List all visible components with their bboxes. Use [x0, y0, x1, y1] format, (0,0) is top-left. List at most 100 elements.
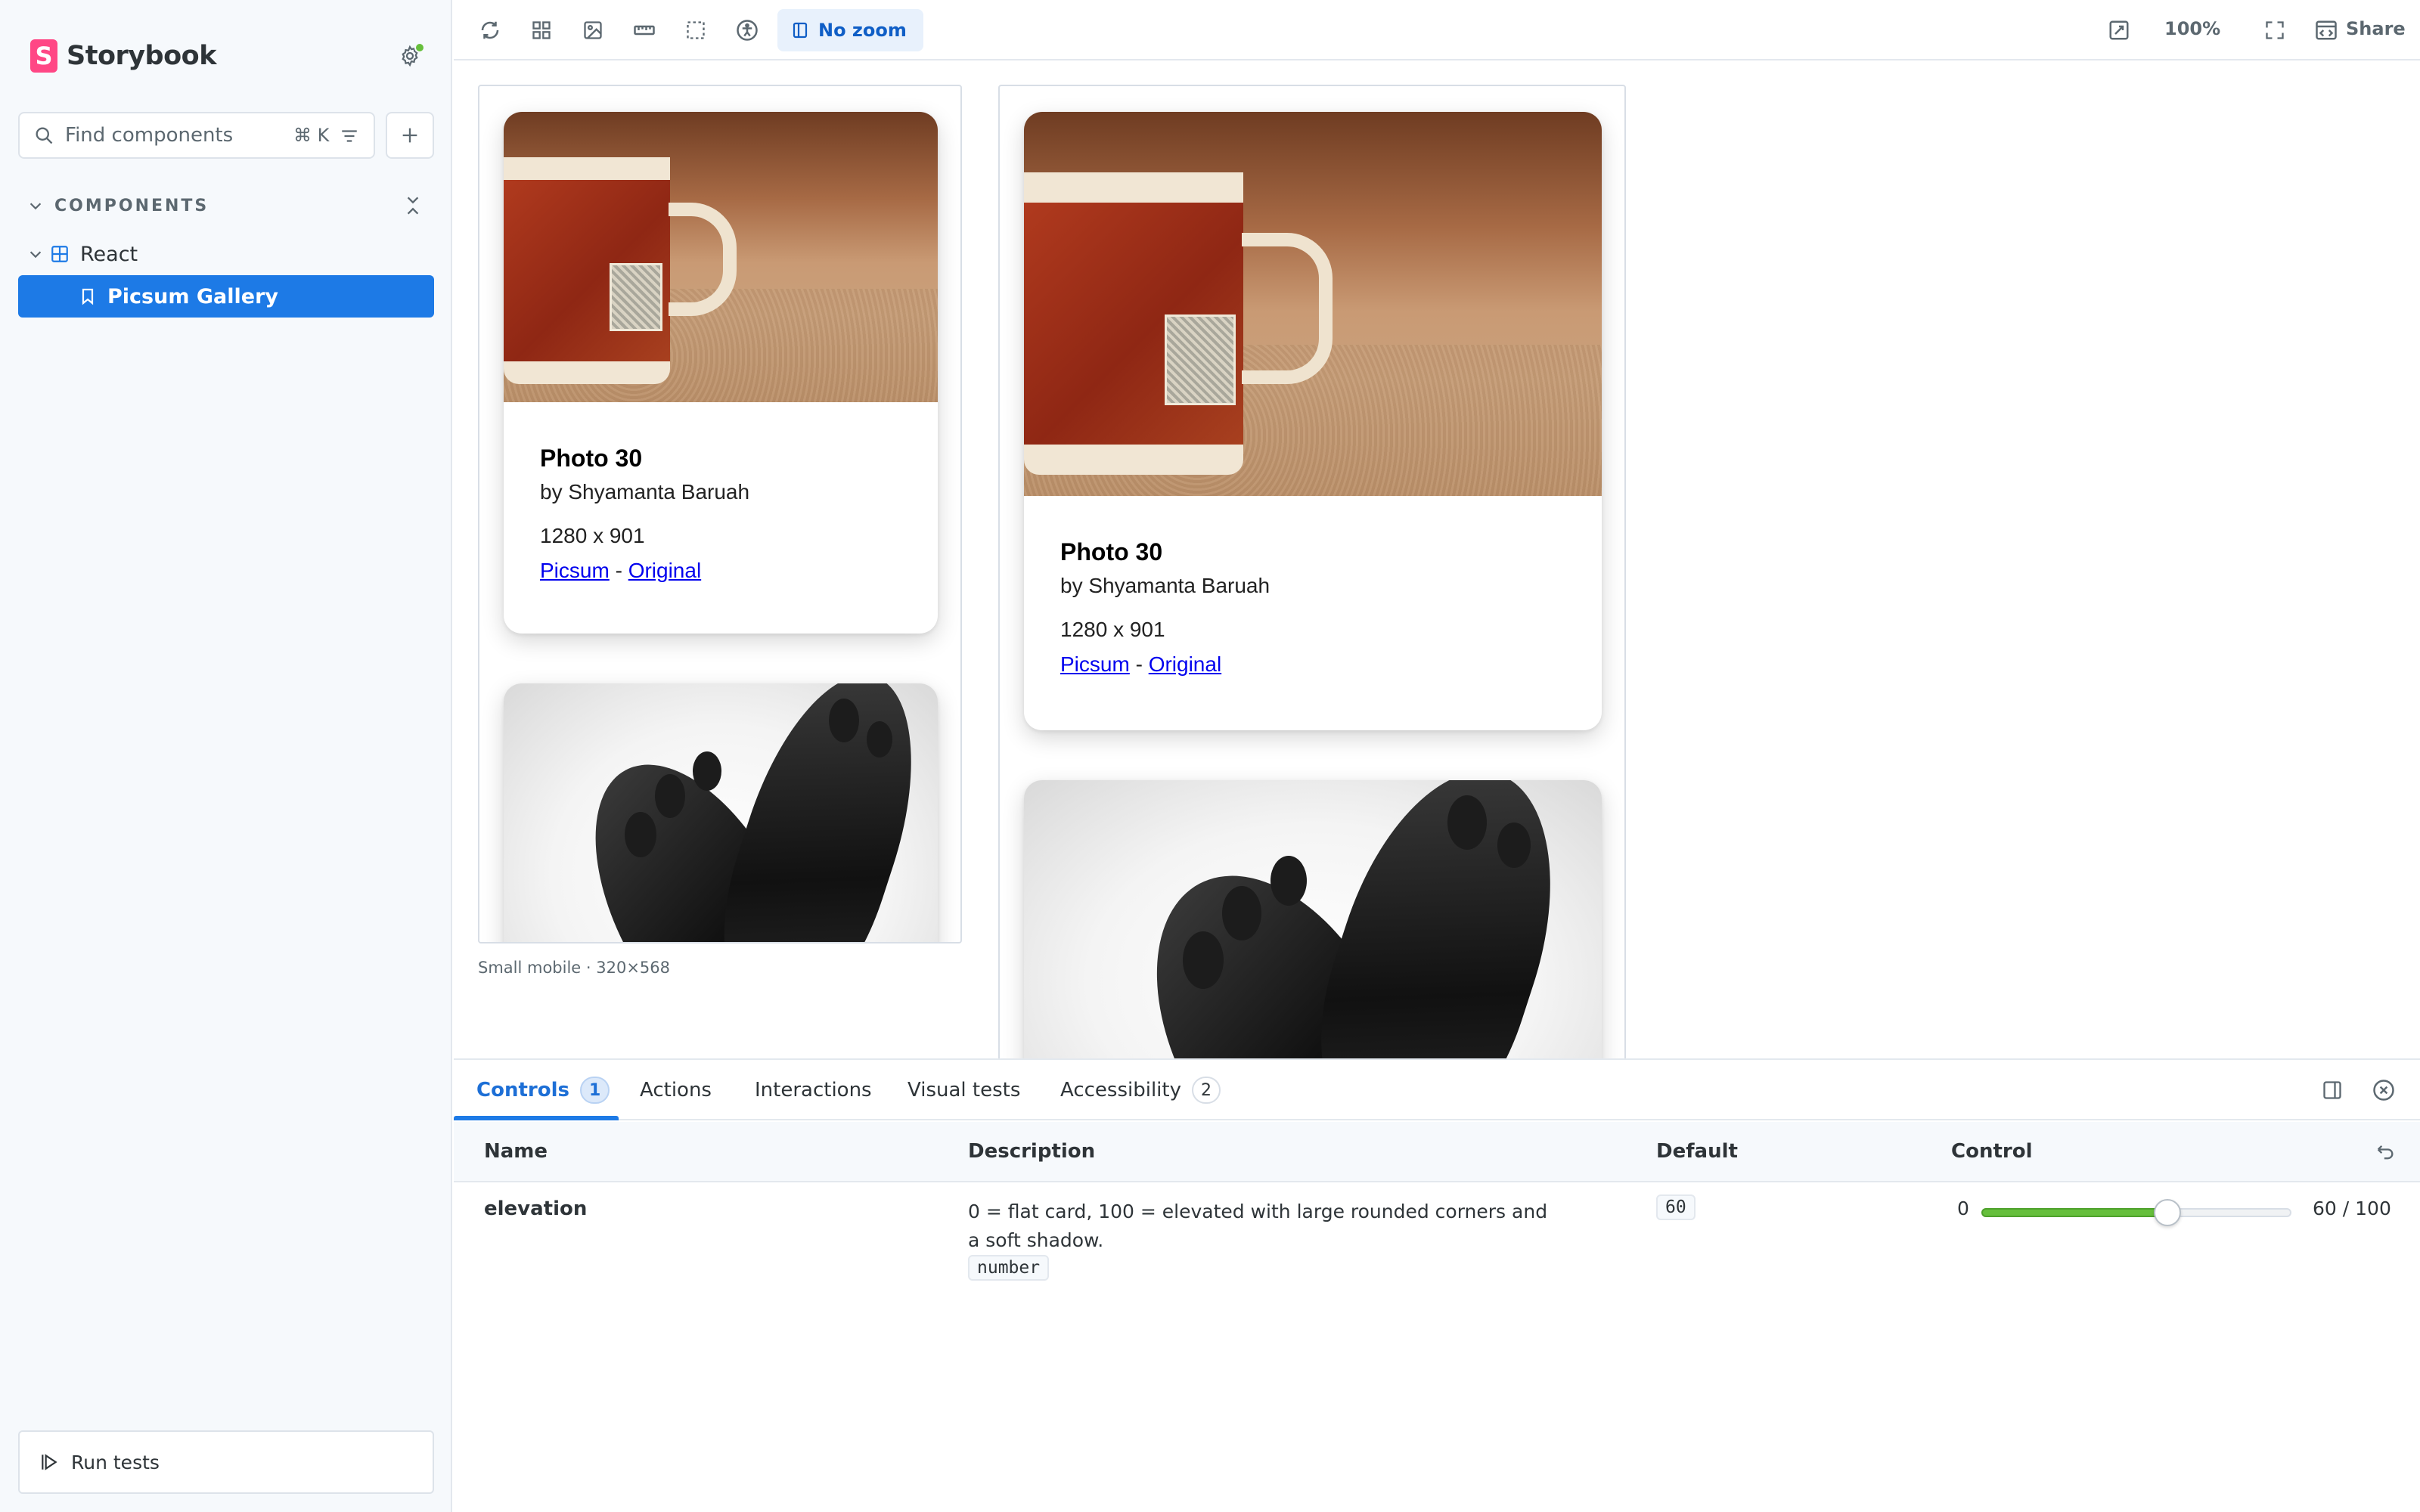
card-links: Picsum - Original	[1060, 652, 1270, 677]
collapse-all-button[interactable]	[399, 191, 427, 221]
photo-card: Photo 30 by Shyamanta Baruah 1280 x 901 …	[504, 112, 938, 634]
filter-icon	[342, 130, 357, 142]
run-tests-button[interactable]: Run tests	[18, 1430, 434, 1494]
grid-button[interactable]	[520, 9, 563, 51]
plus-icon	[402, 128, 417, 143]
bookmark-icon	[82, 288, 94, 305]
photo-card: Photo 30 by Shyamanta Baruah 1280 x 901 …	[1024, 112, 1602, 730]
remount-button[interactable]	[469, 9, 511, 51]
component-grid-icon	[51, 246, 68, 262]
accessibility-icon	[737, 20, 758, 41]
components-section-header[interactable]: COMPONENTS	[27, 192, 209, 219]
picsum-link[interactable]: Picsum	[1060, 652, 1130, 676]
tree-group-react[interactable]: React	[27, 237, 138, 271]
background-button[interactable]	[572, 9, 614, 51]
sync-icon	[481, 21, 499, 39]
toggle-panel-orientation-button[interactable]	[2319, 1077, 2346, 1104]
controls-table-header: Name Description Default Control	[454, 1122, 2420, 1182]
range-min-label: 0	[1957, 1198, 1969, 1219]
zoom-reset-icon	[2109, 20, 2129, 40]
zoom-reset-button[interactable]	[2098, 9, 2140, 51]
table-row: elevation 0 = flat card, 100 = elevated …	[454, 1182, 2420, 1296]
outline-button[interactable]	[675, 9, 717, 51]
elevation-slider[interactable]	[1981, 1199, 2291, 1226]
collapse-icon	[407, 197, 419, 215]
viewport-frame-large: Photo 30 by Shyamanta Baruah 1280 x 901 …	[998, 85, 1626, 1058]
original-link[interactable]: Original	[628, 559, 701, 582]
grid-icon	[532, 21, 551, 39]
tab-label: Controls	[476, 1079, 569, 1101]
prop-type: number	[968, 1255, 1050, 1281]
viewport-zoom-button[interactable]: No zoom	[777, 9, 923, 51]
tab-interactions[interactable]: Interactions	[755, 1060, 872, 1120]
zoom-label: No zoom	[818, 20, 907, 41]
prop-type-code: number	[968, 1255, 1050, 1281]
search-shortcut: ⌘ K	[293, 125, 330, 146]
search-box[interactable]: ⌘ K	[18, 112, 375, 159]
range-value-label: 60 / 100	[2313, 1198, 2391, 1219]
code-window-icon	[2316, 20, 2337, 40]
image-icon	[584, 21, 602, 39]
chevron-down-icon	[29, 251, 42, 259]
tab-label: Actions	[640, 1079, 712, 1101]
viewport-caption: Small mobile · 320×568	[478, 959, 671, 977]
storybook-logo-icon	[30, 39, 57, 73]
sidebar: Storybook ⌘ K COMPONENTS React Picsum Ga…	[0, 0, 452, 1512]
filter-button[interactable]	[337, 124, 361, 148]
tab-label: Accessibility	[1060, 1079, 1181, 1101]
tab-label: Visual tests	[908, 1079, 1021, 1101]
story-canvas: Photo 30 by Shyamanta Baruah 1280 x 901 …	[454, 62, 2420, 1058]
tab-visual-tests[interactable]: Visual tests	[908, 1060, 1020, 1120]
panel-tabs: Controls 1 Actions Interactions Visual t…	[454, 1060, 2420, 1120]
prop-name: elevation	[484, 1198, 588, 1220]
story-item-picsum-gallery[interactable]: Picsum Gallery	[18, 275, 434, 318]
card-author: by Shyamanta Baruah	[540, 480, 750, 503]
column-default: Default	[1656, 1140, 1738, 1163]
card-dimensions: 1280 x 901	[1060, 618, 1165, 641]
prop-default-code: 60	[1656, 1194, 1696, 1220]
prop-description: 0 = flat card, 100 = elevated with large…	[968, 1201, 1548, 1251]
picsum-link[interactable]: Picsum	[540, 559, 610, 582]
search-icon	[36, 127, 53, 144]
tab-accessibility[interactable]: Accessibility 2	[1060, 1060, 1221, 1120]
active-tab-indicator	[454, 1116, 619, 1120]
addons-panel: Controls 1 Actions Interactions Visual t…	[454, 1058, 2420, 1512]
zoom-percent[interactable]: 100%	[2164, 18, 2220, 39]
sidebar-right-icon	[2323, 1081, 2341, 1099]
play-icon	[42, 1454, 57, 1470]
slider-thumb[interactable]	[2153, 1199, 2181, 1226]
original-link[interactable]: Original	[1149, 652, 1221, 676]
brand[interactable]: Storybook	[30, 39, 216, 73]
photo-image-feet	[504, 683, 938, 942]
card-title: Photo 30	[540, 445, 643, 472]
slider-fill	[1981, 1208, 2166, 1217]
fullscreen-button[interactable]	[2254, 9, 2296, 51]
link-separator: -	[615, 559, 622, 582]
column-description: Description	[968, 1140, 1096, 1163]
reset-controls-button[interactable]	[2372, 1139, 2399, 1166]
tab-actions[interactable]: Actions	[640, 1060, 712, 1120]
run-tests-label: Run tests	[71, 1451, 160, 1473]
search-input[interactable]	[65, 124, 284, 147]
settings-button[interactable]	[393, 39, 427, 73]
close-panel-button[interactable]	[2370, 1077, 2397, 1104]
photo-card	[1024, 780, 1602, 1058]
ruler-icon	[634, 25, 655, 36]
link-separator: -	[1135, 652, 1143, 676]
card-body: Photo 30 by Shyamanta Baruah 1280 x 901 …	[540, 445, 749, 583]
column-control: Control	[1951, 1140, 2033, 1163]
card-author: by Shyamanta Baruah	[1060, 574, 1270, 597]
measure-button[interactable]	[623, 9, 666, 51]
undo-icon	[2377, 1145, 2394, 1160]
card-title: Photo 30	[1060, 538, 1163, 565]
brand-name: Storybook	[67, 41, 216, 71]
viewport-icon	[793, 22, 808, 39]
tab-controls[interactable]: Controls 1	[476, 1060, 610, 1120]
photo-image-feet	[1024, 780, 1602, 1058]
share-button[interactable]: Share	[2346, 18, 2406, 39]
vision-simulator-button[interactable]	[726, 9, 768, 51]
add-story-button[interactable]	[386, 112, 434, 159]
prop-default: 60	[1656, 1194, 1696, 1220]
column-name: Name	[484, 1140, 548, 1163]
open-in-editor-button[interactable]	[2305, 9, 2347, 51]
